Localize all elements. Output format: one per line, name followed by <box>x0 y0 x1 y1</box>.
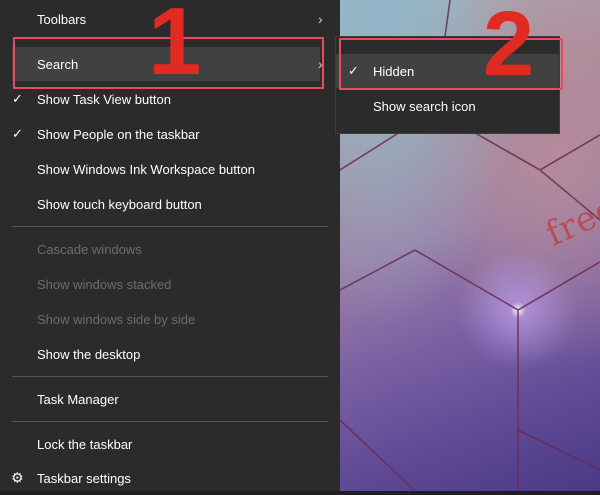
checkmark-icon: ✓ <box>12 126 23 141</box>
menu-item-lock-taskbar[interactable]: Lock the taskbar <box>0 427 336 461</box>
menu-item-label: Show windows side by side <box>37 311 196 327</box>
menu-item-windows-ink[interactable]: Show Windows Ink Workspace button <box>0 152 336 186</box>
chevron-right-icon: › <box>318 11 323 27</box>
menu-item-label: Show touch keyboard button <box>37 196 202 212</box>
menu-item-label: Show the desktop <box>37 346 141 362</box>
menu-divider <box>12 421 328 422</box>
menu-item-label: Show Windows Ink Workspace button <box>37 161 255 177</box>
menu-item-show-people[interactable]: ✓ Show People on the taskbar <box>0 117 336 151</box>
menu-divider <box>12 376 328 377</box>
menu-item-show-desktop[interactable]: Show the desktop <box>0 337 336 371</box>
menu-item-label: Cascade windows <box>37 241 142 257</box>
menu-item-label: Show People on the taskbar <box>37 126 200 142</box>
menu-item-label: Taskbar settings <box>37 470 131 486</box>
menu-item-windows-stacked: Show windows stacked <box>0 267 336 301</box>
menu-item-label: Lock the taskbar <box>37 436 133 452</box>
submenu-item-label: Show search icon <box>373 98 476 114</box>
menu-item-touch-keyboard[interactable]: Show touch keyboard button <box>0 187 336 221</box>
menu-item-label: Toolbars <box>37 11 87 27</box>
annotation-number-1: 1 <box>148 0 202 95</box>
menu-item-label: Show windows stacked <box>37 276 172 292</box>
checkmark-icon: ✓ <box>12 91 23 106</box>
menu-item-task-manager[interactable]: Task Manager <box>0 382 336 416</box>
menu-item-windows-side-by-side: Show windows side by side <box>0 302 336 336</box>
gear-icon: ⚙ <box>11 469 24 486</box>
menu-item-taskbar-settings[interactable]: ⚙ Taskbar settings <box>0 461 336 495</box>
annotation-number-2: 2 <box>483 0 535 95</box>
menu-item-label: Task Manager <box>37 391 119 407</box>
menu-item-cascade-windows: Cascade windows <box>0 232 336 266</box>
menu-divider <box>12 226 328 227</box>
